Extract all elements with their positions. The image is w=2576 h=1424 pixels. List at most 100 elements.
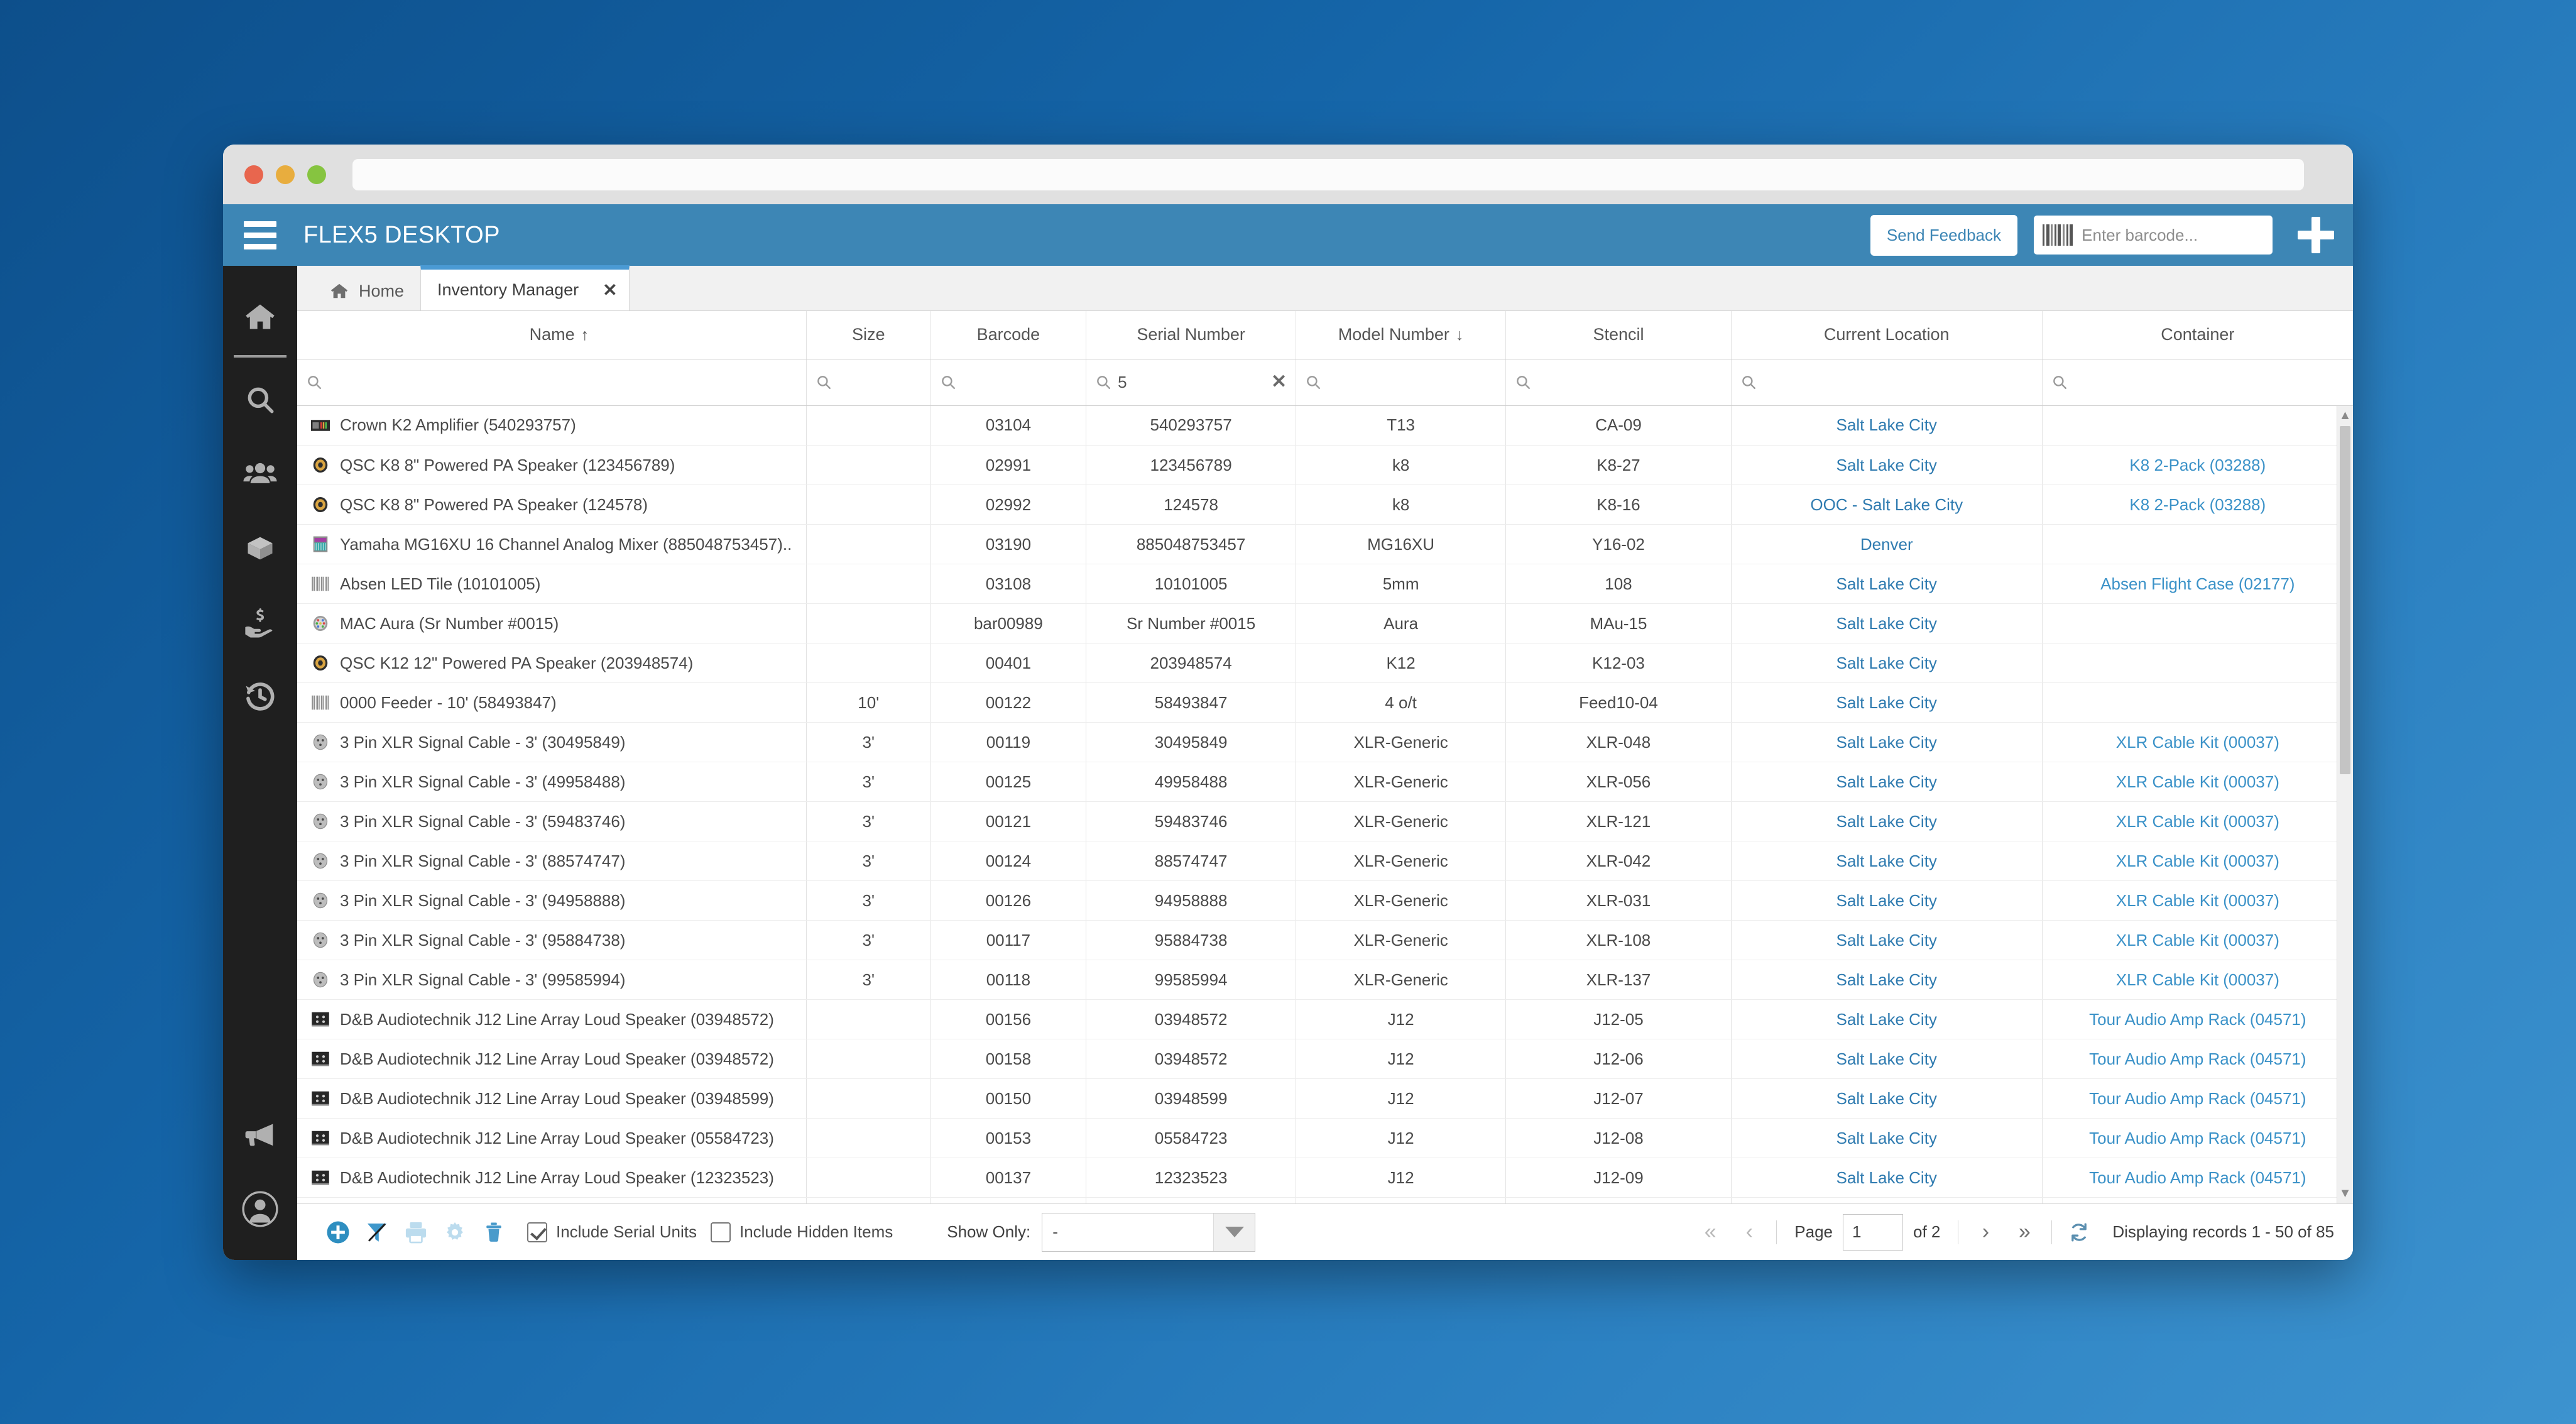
table-row[interactable]: QSC K8 8" Powered PA Speaker (124578) 029… (297, 485, 2353, 525)
scroll-up-icon[interactable]: ▲ (2337, 406, 2353, 426)
table-row[interactable]: MAC Aura (Sr Number #0015) bar00989 Sr Num… (297, 603, 2353, 644)
cell-container-link[interactable]: XLR Cable Kit (00037) (2116, 733, 2279, 752)
cell-current-location-link[interactable]: OOC - Salt Lake City (1810, 495, 1963, 514)
refresh-button[interactable] (2060, 1213, 2098, 1252)
plus-icon[interactable] (2298, 217, 2334, 253)
cell-current-location-link[interactable]: Salt Lake City (1836, 733, 1937, 752)
cell-current-location-link[interactable]: Salt Lake City (1836, 1089, 1937, 1108)
sidebar-item-announcements[interactable] (223, 1098, 297, 1172)
cell-current-location-link[interactable]: Salt Lake City (1836, 614, 1937, 633)
cell-container-link[interactable]: XLR Cable Kit (00037) (2116, 891, 2279, 910)
column-header-container[interactable]: Container (2042, 311, 2353, 359)
cell-current-location-link[interactable]: Salt Lake City (1836, 891, 1937, 910)
delete-button[interactable] (474, 1213, 513, 1252)
filter-cell-size[interactable] (806, 359, 931, 406)
column-header-current-location[interactable]: Current Location (1731, 311, 2043, 359)
table-row[interactable]: 3 Pin XLR Signal Cable - 3' (99585994) 3'… (297, 960, 2353, 1000)
filter-cell-stencil[interactable] (1505, 359, 1732, 406)
sidebar-item-account[interactable] (223, 1172, 297, 1246)
sidebar-item-contacts[interactable] (223, 437, 297, 511)
checkbox-box[interactable] (527, 1222, 547, 1242)
barcode-input[interactable] (2082, 225, 2264, 245)
sidebar-item-search[interactable] (223, 363, 297, 437)
cell-container-link[interactable]: Tour Audio Amp Rack (04571) (2089, 1129, 2306, 1147)
table-row[interactable]: QSC K8 8" Powered PA Speaker (123456789)… (297, 445, 2353, 485)
cell-current-location-link[interactable]: Salt Lake City (1836, 852, 1937, 870)
filter-cell-serial-number[interactable]: 5 ✕ (1086, 359, 1297, 406)
scrollbar-thumb[interactable] (2340, 425, 2350, 775)
table-row[interactable]: D&B Audiotechnik J12 Line Array Loud Spe… (297, 999, 2353, 1039)
cell-name[interactable]: Yamaha MG16XU 16 Channel Analog Mixer (8… (297, 524, 807, 564)
cell-container-link[interactable]: Tour Audio Amp Rack (04571) (2089, 1049, 2306, 1068)
cell-container-link[interactable]: Tour Audio Amp Rack (04571) (2089, 1010, 2306, 1029)
cell-name[interactable]: QSC K8 8" Powered PA Speaker (123456789) (297, 445, 807, 485)
cell-name[interactable]: D&B Audiotechnik J12 Line Array Loud Spe… (297, 1039, 807, 1079)
send-feedback-button[interactable]: Send Feedback (1870, 214, 2017, 256)
table-row[interactable]: D&B Audiotechnik J12 Line Array Loud Spe… (297, 1078, 2353, 1119)
table-row[interactable]: 3 Pin XLR Signal Cable - 3' (59483746) 3'… (297, 801, 2353, 841)
table-row[interactable]: 3 Pin XLR Signal Cable - 3' (94958888) 3'… (297, 880, 2353, 921)
sidebar-item-home[interactable] (223, 280, 297, 354)
cell-current-location-link[interactable]: Salt Lake City (1836, 693, 1937, 712)
cell-current-location-link[interactable]: Salt Lake City (1836, 772, 1937, 791)
cell-container-link[interactable]: Tour Audio Amp Rack (04571) (2089, 1089, 2306, 1108)
filter-cell-barcode[interactable] (931, 359, 1087, 406)
cell-name[interactable]: D&B Audiotechnik J12 Line Array Loud Spe… (297, 1197, 807, 1203)
filter-cell-name[interactable] (297, 359, 807, 406)
sidebar-item-financial[interactable] (223, 585, 297, 659)
table-row[interactable]: Yamaha MG16XU 16 Channel Analog Mixer (8… (297, 524, 2353, 564)
column-header-model-number[interactable]: Model Number ↓ (1296, 311, 1507, 359)
first-page-button[interactable]: « (1691, 1213, 1730, 1252)
scroll-down-icon[interactable]: ▼ (2337, 1183, 2353, 1203)
cell-name[interactable]: QSC K8 8" Powered PA Speaker (124578) (297, 485, 807, 525)
page-number-input[interactable] (1843, 1213, 1903, 1251)
print-button[interactable] (396, 1213, 435, 1252)
cell-name[interactable]: D&B Audiotechnik J12 Line Array Loud Spe… (297, 1118, 807, 1158)
cell-name[interactable]: Absen LED Tile (10101005) (297, 564, 807, 604)
cell-current-location-link[interactable]: Salt Lake City (1836, 970, 1937, 989)
column-header-stencil[interactable]: Stencil (1505, 311, 1732, 359)
cell-name[interactable]: 3 Pin XLR Signal Cable - 3' (88574747) (297, 841, 807, 881)
close-icon[interactable]: ✕ (603, 281, 617, 299)
cell-name[interactable]: QSC K12 12" Powered PA Speaker (20394857… (297, 643, 807, 683)
cell-container-link[interactable]: XLR Cable Kit (00037) (2116, 812, 2279, 831)
hamburger-menu-icon[interactable] (239, 217, 281, 253)
cell-current-location-link[interactable]: Salt Lake City (1836, 415, 1937, 434)
cell-current-location-link[interactable]: Salt Lake City (1836, 1168, 1937, 1187)
cell-container-link[interactable]: XLR Cable Kit (00037) (2116, 852, 2279, 870)
cell-name[interactable]: D&B Audiotechnik J12 Line Array Loud Spe… (297, 1078, 807, 1119)
barcode-entry[interactable] (2034, 216, 2273, 255)
cell-name[interactable]: D&B Audiotechnik J12 Line Array Loud Spe… (297, 1158, 807, 1198)
cell-current-location-link[interactable]: Salt Lake City (1836, 931, 1937, 950)
cell-container-link[interactable]: Absen Flight Case (02177) (2100, 574, 2295, 593)
add-item-button[interactable] (319, 1213, 357, 1252)
cell-container-link[interactable]: XLR Cable Kit (00037) (2116, 970, 2279, 989)
previous-page-button[interactable]: ‹ (1730, 1213, 1769, 1252)
minimize-window-button[interactable] (276, 165, 295, 184)
table-row[interactable]: 0000 Feeder - 10' (58493847) 10' 00122 5849… (297, 682, 2353, 723)
grid-scroll-body[interactable]: Crown K2 Amplifier (540293757) 03104 54029… (297, 405, 2353, 1203)
column-header-name[interactable]: Name ↑ (297, 311, 807, 359)
clear-filter-button[interactable] (357, 1213, 396, 1252)
sidebar-item-inventory[interactable] (223, 511, 297, 585)
table-row[interactable]: D&B Audiotechnik J12 Line Array Loud Spe… (297, 1197, 2353, 1203)
table-row[interactable]: 3 Pin XLR Signal Cable - 3' (88574747) 3'… (297, 841, 2353, 881)
cell-name[interactable]: 3 Pin XLR Signal Cable - 3' (94958888) (297, 880, 807, 921)
grid-vertical-scrollbar[interactable]: ▲ ▼ (2337, 405, 2353, 1203)
sidebar-item-history[interactable] (223, 659, 297, 733)
tab-home[interactable]: Home (314, 271, 420, 310)
tab-inventory-manager[interactable]: Inventory Manager ✕ (420, 265, 630, 310)
cell-container-link[interactable]: Tour Audio Amp Rack (04571) (2089, 1168, 2306, 1187)
column-header-barcode[interactable]: Barcode (931, 311, 1087, 359)
cell-name[interactable]: MAC Aura (Sr Number #0015) (297, 603, 807, 644)
cell-container-link[interactable]: XLR Cable Kit (00037) (2116, 772, 2279, 791)
cell-current-location-link[interactable]: Salt Lake City (1836, 812, 1937, 831)
cell-container-link[interactable]: XLR Cable Kit (00037) (2116, 931, 2279, 950)
filter-cell-current-location[interactable] (1731, 359, 2043, 406)
cell-name[interactable]: 3 Pin XLR Signal Cable - 3' (49958488) (297, 762, 807, 802)
column-header-size[interactable]: Size (806, 311, 931, 359)
settings-button[interactable] (435, 1213, 474, 1252)
cell-current-location-link[interactable]: Salt Lake City (1836, 574, 1937, 593)
cell-current-location-link[interactable]: Salt Lake City (1836, 1049, 1937, 1068)
clear-filter-icon[interactable]: ✕ (1271, 373, 1287, 392)
